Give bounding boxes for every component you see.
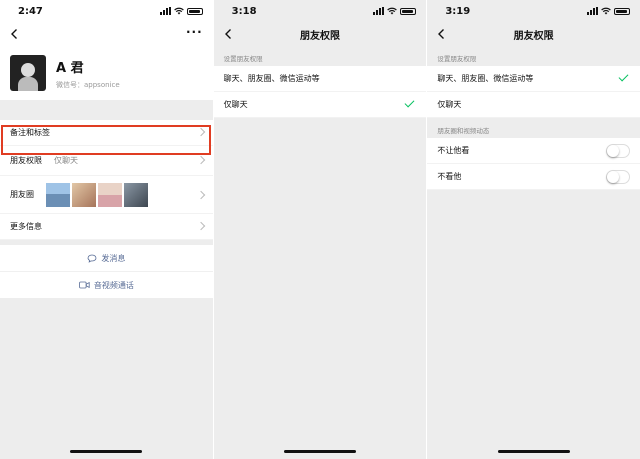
option-label: 仅聊天 <box>437 100 462 109</box>
back-arrow-icon[interactable] <box>8 27 22 41</box>
moments-label: 朋友圈 <box>10 190 34 199</box>
divider <box>0 100 213 120</box>
option-label: 聊天、朋友圈、微信运动等 <box>437 74 534 83</box>
home-indicator <box>497 450 570 453</box>
actions-list: 发消息 音视频通话 <box>0 245 213 298</box>
battery-icon <box>186 7 203 15</box>
nav-bar: 朋友权限 <box>427 22 640 46</box>
video-call-label: 音视频通话 <box>93 280 134 290</box>
status-icons <box>373 7 417 15</box>
moments-thumbnails <box>46 182 148 207</box>
home-indicator <box>70 450 143 453</box>
back-arrow-icon[interactable] <box>222 27 236 41</box>
checkmark-icon <box>618 71 629 82</box>
contact-name: A 君 <box>56 60 84 76</box>
signal-icon <box>373 7 385 15</box>
video-camera-icon <box>79 281 90 289</box>
home-indicator <box>284 450 356 453</box>
more-info-label: 更多信息 <box>10 222 42 231</box>
wifi-icon <box>173 7 184 15</box>
screenshot-composite: 2:47 ··· A 君 微信号：appsonice 备注和标签 朋友权限 仅聊… <box>0 0 640 459</box>
battery-icon <box>614 7 631 15</box>
status-icons <box>587 7 631 15</box>
status-bar: 3:18 <box>214 0 427 22</box>
status-bar: 2:47 <box>0 0 213 22</box>
profile-info: A 君 微信号：appsonice <box>56 57 120 90</box>
option-chat-moments-werun[interactable]: 聊天、朋友圈、微信运动等 <box>213 66 427 92</box>
chevron-right-icon <box>196 190 205 200</box>
option-chat-only[interactable]: 仅聊天 <box>427 92 640 118</box>
more-info-row[interactable]: 更多信息 <box>0 214 213 240</box>
hide-my-posts-toggle[interactable] <box>606 144 631 158</box>
toggle-label: 不让他看 <box>437 146 470 155</box>
wifi-icon <box>387 7 398 15</box>
option-chat-only[interactable]: 仅聊天 <box>213 92 427 118</box>
section-caption: 设置朋友权限 <box>437 55 477 63</box>
signal-icon <box>159 7 171 15</box>
send-message-label: 发消息 <box>101 253 126 263</box>
status-bar: 3:19 <box>427 0 640 22</box>
contact-profile-screen: 2:47 ··· A 君 微信号：appsonice 备注和标签 朋友权限 仅聊… <box>0 0 213 459</box>
chat-bubble-icon <box>87 254 97 263</box>
moment-photo <box>72 182 96 207</box>
hide-their-posts-row: 不看他 <box>427 164 640 190</box>
option-chat-moments-werun[interactable]: 聊天、朋友圈、微信运动等 <box>427 66 640 92</box>
status-icons <box>159 7 203 15</box>
friend-permission-value: 仅聊天 <box>54 156 78 165</box>
profile-header: 2:47 ··· A 君 微信号：appsonice <box>0 0 213 100</box>
status-time: 3:18 <box>231 5 257 17</box>
moments-row[interactable]: 朋友圈 <box>0 176 213 214</box>
option-label: 聊天、朋友圈、微信运动等 <box>223 74 320 83</box>
page-title: 朋友权限 <box>300 30 340 42</box>
chevron-right-icon <box>196 221 205 231</box>
more-options-icon[interactable]: ··· <box>186 25 203 39</box>
nav-bar: ··· <box>0 22 213 46</box>
moment-photo <box>98 182 122 207</box>
section-caption: 设置朋友权限 <box>223 55 263 63</box>
wifi-icon <box>601 7 611 15</box>
status-time: 2:47 <box>18 5 43 17</box>
option-label: 仅聊天 <box>223 100 248 109</box>
friend-permission-label: 朋友权限 <box>10 156 42 165</box>
chevron-right-icon <box>196 155 205 165</box>
checkmark-icon <box>404 97 415 108</box>
moments-section-caption: 朋友圈和视频动态 <box>437 127 490 135</box>
hide-my-posts-row: 不让他看 <box>427 138 640 164</box>
video-call-button[interactable]: 音视频通话 <box>0 272 213 298</box>
moment-photo <box>46 182 70 207</box>
nav-bar: 朋友权限 <box>214 22 427 46</box>
friend-permission-screen: 3:18 朋友权限 设置朋友权限 聊天、朋友圈、微信运动等 仅聊天 <box>213 0 427 459</box>
profile-card: A 君 微信号：appsonice <box>0 46 213 100</box>
wechat-id: 微信号：appsonice <box>56 80 120 89</box>
send-message-button[interactable]: 发消息 <box>0 245 213 272</box>
avatar[interactable] <box>10 55 46 91</box>
hide-their-posts-toggle[interactable] <box>606 170 631 184</box>
moment-photo <box>124 182 148 207</box>
highlight-box <box>1 125 211 155</box>
back-arrow-icon[interactable] <box>435 27 449 41</box>
signal-icon <box>587 7 599 15</box>
toggle-label: 不看他 <box>437 172 462 181</box>
battery-icon <box>400 7 417 15</box>
page-title: 朋友权限 <box>513 30 554 42</box>
friend-permission-screen-expanded: 3:19 朋友权限 设置朋友权限 聊天、朋友圈、微信运动等 仅聊天 朋友圈和视频… <box>427 0 640 459</box>
status-time: 3:19 <box>445 5 471 17</box>
